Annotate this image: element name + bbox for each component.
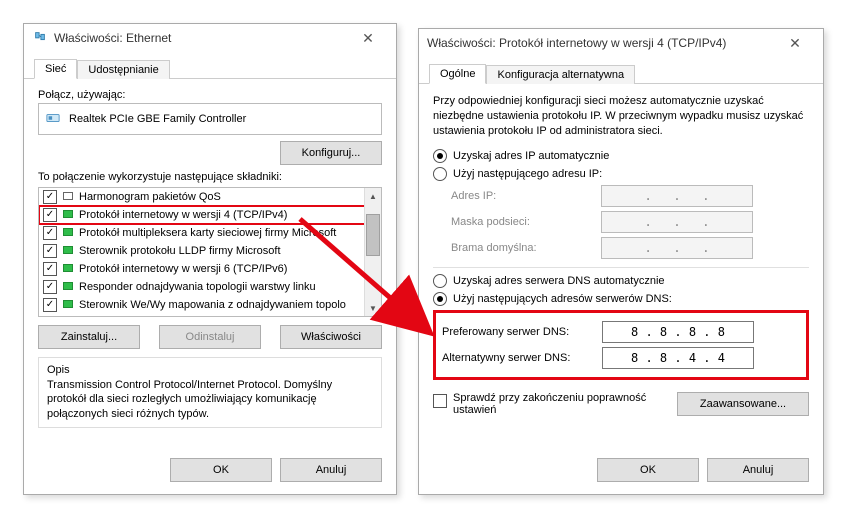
gateway-label: Brama domyślna: xyxy=(451,242,601,254)
configure-button[interactable]: Konfiguruj... xyxy=(280,141,382,165)
checkbox-icon[interactable]: ✓ xyxy=(43,244,57,258)
validate-label: Sprawdź przy zakończeniu poprawność usta… xyxy=(453,392,671,416)
adapter-box[interactable]: Realtek PCIe GBE Family Controller xyxy=(38,103,382,135)
uninstall-button: Odinstaluj xyxy=(159,325,261,349)
list-item[interactable]: ✓ Harmonogram pakietów QoS xyxy=(39,188,365,206)
dns-pref-input[interactable]: 8 . 8 . 8 . 8 xyxy=(602,321,754,343)
radio-ip-manual[interactable] xyxy=(433,167,447,181)
component-icon xyxy=(61,208,75,222)
advanced-button[interactable]: Zaawansowane... xyxy=(677,392,809,416)
tabstrip: Ogólne Konfiguracja alternatywna xyxy=(419,57,823,84)
dns-pref-label: Preferowany serwer DNS: xyxy=(442,326,602,338)
ip-input: . . . xyxy=(601,185,753,207)
ethernet-properties-dialog: Właściwości: Ethernet ✕ Sieć Udostępnian… xyxy=(23,23,397,495)
component-label: Sterownik protokołu LLDP firmy Microsoft xyxy=(79,245,281,257)
dialog-footer: OK Anuluj xyxy=(419,450,823,494)
intro-text: Przy odpowiedniej konfiguracji sieci moż… xyxy=(433,94,809,139)
network-settings-icon xyxy=(32,30,48,47)
gateway-input: . . . xyxy=(601,237,753,259)
scrollbar[interactable]: ▲ ▼ xyxy=(364,188,381,316)
component-icon xyxy=(61,262,75,276)
radio-ip-auto[interactable] xyxy=(433,149,447,163)
ok-button[interactable]: OK xyxy=(170,458,272,482)
description-text: Transmission Control Protocol/Internet P… xyxy=(47,378,373,421)
scroll-up-icon[interactable]: ▲ xyxy=(365,188,381,204)
dialog-title: Właściwości: Protokół internetowy w wers… xyxy=(427,36,775,50)
checkbox-icon[interactable]: ✓ xyxy=(43,262,57,276)
cancel-button[interactable]: Anuluj xyxy=(280,458,382,482)
dialog-footer: OK Anuluj xyxy=(24,450,396,494)
tabstrip: Sieć Udostępnianie xyxy=(24,52,396,79)
list-item-tcpip4[interactable]: ✓ Protokół internetowy w wersji 4 (TCP/I… xyxy=(39,206,365,224)
list-item[interactable]: ✓ Protokół internetowy w wersji 6 (TCP/I… xyxy=(39,260,365,278)
radio-dns-auto-label: Uzyskaj adres serwera DNS automatycznie xyxy=(453,275,665,287)
component-icon xyxy=(61,226,75,240)
radio-dns-manual-label: Użyj następujących adresów serwerów DNS: xyxy=(453,293,672,305)
component-label: Protokół internetowy w wersji 4 (TCP/IPv… xyxy=(79,209,287,221)
dns-alt-label: Alternatywny serwer DNS: xyxy=(442,352,602,364)
dns-highlight-box: Preferowany serwer DNS: 8 . 8 . 8 . 8 Al… xyxy=(433,310,809,380)
nic-icon xyxy=(45,111,61,128)
cancel-button[interactable]: Anuluj xyxy=(707,458,809,482)
ipv4-properties-dialog: Właściwości: Protokół internetowy w wers… xyxy=(418,28,824,495)
list-item[interactable]: ✓ Responder odnajdywania topologii warst… xyxy=(39,278,365,296)
ip-label: Adres IP: xyxy=(451,190,601,202)
checkbox-icon[interactable]: ✓ xyxy=(43,226,57,240)
list-item[interactable]: ✓ Protokół multipleksera karty sieciowej… xyxy=(39,224,365,242)
adapter-name: Realtek PCIe GBE Family Controller xyxy=(69,113,246,125)
connect-using-label: Połącz, używając: xyxy=(38,89,382,101)
dns-alt-input[interactable]: 8 . 8 . 4 . 4 xyxy=(602,347,754,369)
component-label: Protokół internetowy w wersji 6 (TCP/IPv… xyxy=(79,263,287,275)
checkbox-icon[interactable]: ✓ xyxy=(43,208,57,222)
close-icon[interactable]: ✕ xyxy=(348,30,388,47)
properties-button[interactable]: Właściwości xyxy=(280,325,382,349)
mask-input: . . . xyxy=(601,211,753,233)
content-area: Przy odpowiedniej konfiguracji sieci moż… xyxy=(419,84,823,450)
content-area: Połącz, używając: Realtek PCIe GBE Famil… xyxy=(24,79,396,450)
tab-network[interactable]: Sieć xyxy=(34,59,77,79)
install-button[interactable]: Zainstaluj... xyxy=(38,325,140,349)
list-item[interactable]: ✓ Sterownik protokołu LLDP firmy Microso… xyxy=(39,242,365,260)
tab-general[interactable]: Ogólne xyxy=(429,64,486,84)
component-icon xyxy=(61,280,75,294)
radio-ip-manual-label: Użyj następującego adresu IP: xyxy=(453,168,602,180)
component-icon xyxy=(61,190,75,204)
components-list: ✓ Harmonogram pakietów QoS ✓ Protokół in… xyxy=(38,187,382,317)
description-title: Opis xyxy=(47,364,373,376)
scroll-down-icon[interactable]: ▼ xyxy=(365,300,381,316)
tab-sharing[interactable]: Udostępnianie xyxy=(77,60,169,79)
mask-label: Maska podsieci: xyxy=(451,216,601,228)
description-group: Opis Transmission Control Protocol/Inter… xyxy=(38,357,382,428)
component-icon xyxy=(61,244,75,258)
dialog-title: Właściwości: Ethernet xyxy=(54,31,348,45)
component-icon xyxy=(61,298,75,312)
radio-ip-auto-label: Uzyskaj adres IP automatycznie xyxy=(453,150,609,162)
list-item[interactable]: ✓ Sterownik We/Wy mapowania z odnajdywan… xyxy=(39,296,365,314)
component-label: Protokół multipleksera karty sieciowej f… xyxy=(79,227,336,239)
titlebar: Właściwości: Ethernet ✕ xyxy=(24,24,396,52)
checkbox-icon[interactable]: ✓ xyxy=(43,190,57,204)
ok-button[interactable]: OK xyxy=(597,458,699,482)
titlebar: Właściwości: Protokół internetowy w wers… xyxy=(419,29,823,57)
validate-checkbox[interactable] xyxy=(433,394,447,408)
scroll-thumb[interactable] xyxy=(366,214,380,256)
component-label: Responder odnajdywania topologii warstwy… xyxy=(79,281,316,293)
radio-dns-manual[interactable] xyxy=(433,292,447,306)
checkbox-icon[interactable]: ✓ xyxy=(43,280,57,294)
component-label: Sterownik We/Wy mapowania z odnajdywanie… xyxy=(79,299,346,311)
radio-dns-auto[interactable] xyxy=(433,274,447,288)
components-label: To połączenie wykorzystuje następujące s… xyxy=(38,171,382,183)
component-label: Harmonogram pakietów QoS xyxy=(79,191,221,203)
tab-alternate[interactable]: Konfiguracja alternatywna xyxy=(486,65,635,84)
checkbox-icon[interactable]: ✓ xyxy=(43,298,57,312)
close-icon[interactable]: ✕ xyxy=(775,35,815,52)
